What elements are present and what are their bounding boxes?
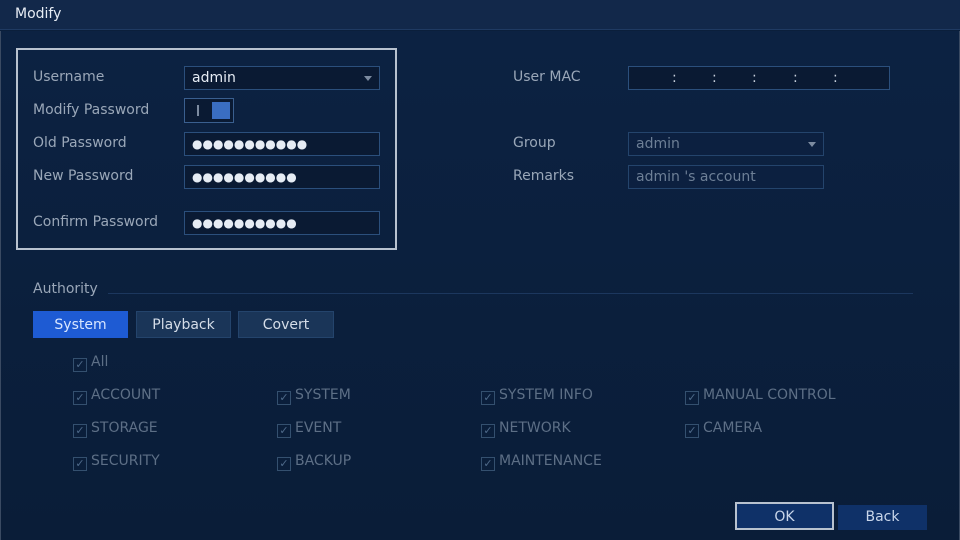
checkbox-all[interactable]: ✓ All [73, 354, 108, 372]
checkmark-icon: ✓ [277, 391, 291, 405]
mac-separator: : [672, 70, 677, 86]
checkmark-icon: ✓ [685, 424, 699, 438]
confirm-password-input[interactable]: ●●●●●●●●●● [184, 211, 380, 235]
group-dropdown[interactable]: admin [628, 132, 824, 156]
checkbox-event[interactable]: ✓ EVENT [277, 420, 341, 438]
checkmark-icon: ✓ [277, 457, 291, 471]
user-mac-input[interactable]: : : : : : [628, 66, 890, 90]
checkmark-icon: ✓ [73, 424, 87, 438]
chevron-down-icon [364, 76, 372, 81]
checkmark-icon: ✓ [73, 391, 87, 405]
modify-password-label: Modify Password [33, 102, 150, 118]
checkbox-label: All [91, 354, 109, 370]
title-bar: Modify [0, 0, 960, 30]
remarks-label: Remarks [513, 168, 575, 184]
back-button[interactable]: Back [838, 505, 927, 530]
mac-separator: : [752, 70, 757, 86]
checkbox-label: NETWORK [499, 420, 571, 436]
checkmark-icon: ✓ [685, 391, 699, 405]
checkbox-camera[interactable]: ✓ CAMERA [685, 420, 762, 438]
checkmark-icon: ✓ [481, 391, 495, 405]
new-password-label: New Password [33, 168, 134, 184]
group-value: admin [636, 136, 680, 152]
checkbox-label: MAINTENANCE [499, 453, 602, 469]
checkbox-manual-control[interactable]: ✓ MANUAL CONTROL [685, 387, 836, 405]
window-title: Modify [15, 6, 62, 22]
tab-playback[interactable]: Playback [136, 311, 231, 338]
checkmark-icon: ✓ [73, 457, 87, 471]
checkmark-icon: ✓ [73, 358, 87, 372]
checkbox-backup[interactable]: ✓ BACKUP [277, 453, 351, 471]
toggle-off-mark [197, 105, 199, 116]
new-password-input[interactable]: ●●●●●●●●●● [184, 165, 380, 189]
tab-system[interactable]: System [33, 311, 128, 338]
checkbox-label: EVENT [295, 420, 342, 436]
checkbox-system-info[interactable]: ✓ SYSTEM INFO [481, 387, 593, 405]
checkbox-label: SYSTEM INFO [499, 387, 593, 403]
checkmark-icon: ✓ [481, 457, 495, 471]
checkbox-maintenance[interactable]: ✓ MAINTENANCE [481, 453, 602, 471]
checkbox-label: MANUAL CONTROL [703, 387, 836, 403]
mac-separator: : [833, 70, 838, 86]
toggle-knob [212, 102, 230, 119]
checkbox-security[interactable]: ✓ SECURITY [73, 453, 160, 471]
checkbox-label: STORAGE [91, 420, 158, 436]
checkbox-label: BACKUP [295, 453, 352, 469]
chevron-down-icon [808, 142, 816, 147]
checkmark-icon: ✓ [277, 424, 291, 438]
checkbox-label: SECURITY [91, 453, 160, 469]
checkbox-label: SYSTEM [295, 387, 351, 403]
modify-password-toggle[interactable] [184, 98, 234, 123]
checkbox-account[interactable]: ✓ ACCOUNT [73, 387, 160, 405]
confirm-password-label: Confirm Password [33, 214, 159, 230]
section-divider [108, 293, 913, 294]
checkbox-system[interactable]: ✓ SYSTEM [277, 387, 351, 405]
username-dropdown[interactable]: admin [184, 66, 380, 90]
username-label: Username [33, 69, 105, 85]
mac-separator: : [712, 70, 717, 86]
old-password-label: Old Password [33, 135, 127, 151]
authority-heading: Authority [33, 281, 98, 297]
checkbox-label: CAMERA [703, 420, 763, 436]
remarks-input[interactable]: admin 's account [628, 165, 824, 189]
old-password-input[interactable]: ●●●●●●●●●●● [184, 132, 380, 156]
checkmark-icon: ✓ [481, 424, 495, 438]
checkbox-label: ACCOUNT [91, 387, 161, 403]
tab-covert[interactable]: Covert [238, 311, 334, 338]
ok-button[interactable]: OK [735, 502, 834, 530]
checkbox-network[interactable]: ✓ NETWORK [481, 420, 571, 438]
user-mac-label: User MAC [513, 69, 581, 85]
mac-separator: : [793, 70, 798, 86]
username-value: admin [192, 70, 236, 86]
group-label: Group [513, 135, 556, 151]
checkbox-storage[interactable]: ✓ STORAGE [73, 420, 158, 438]
